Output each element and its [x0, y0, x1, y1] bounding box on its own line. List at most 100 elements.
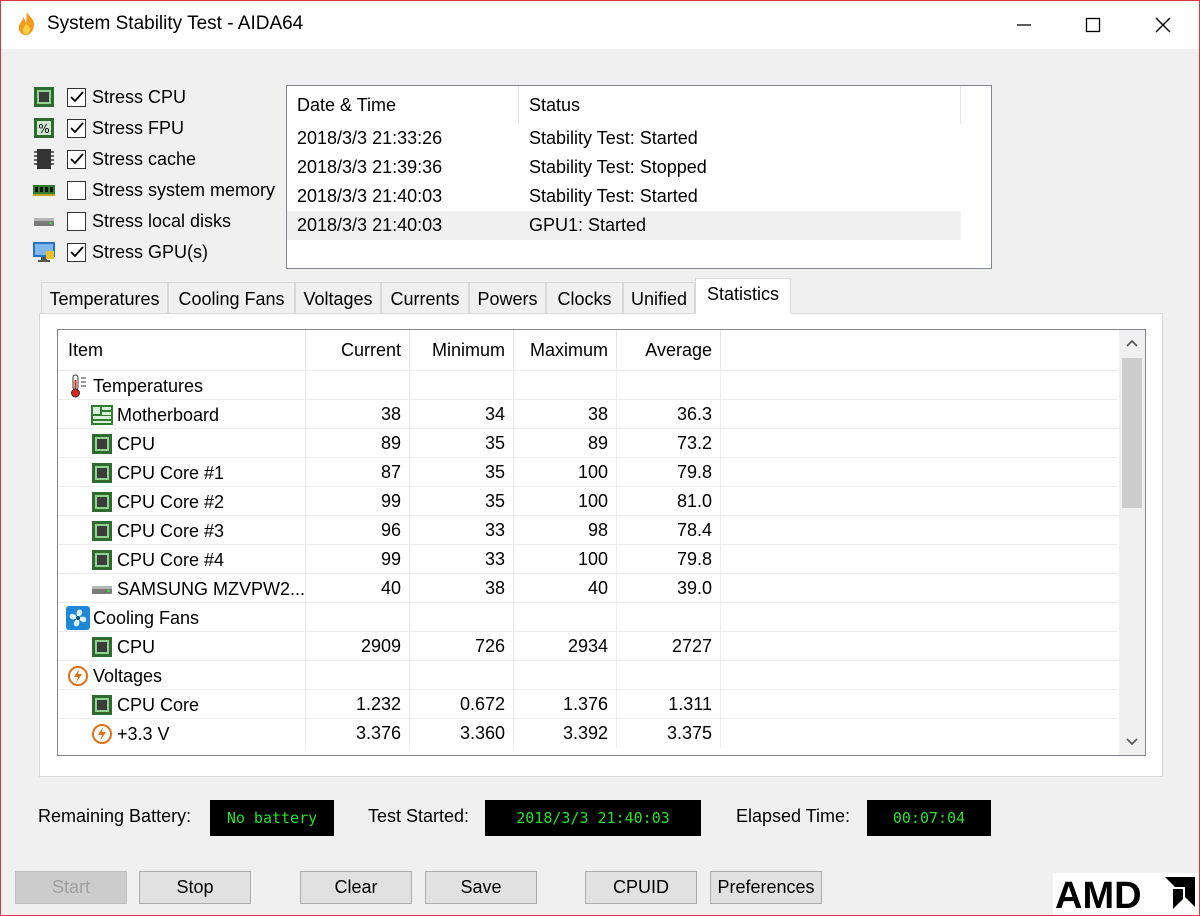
row-item: Voltages	[58, 661, 306, 690]
test-started-label: Test Started:	[368, 806, 470, 826]
header-status[interactable]: Status	[519, 86, 961, 124]
tab-unified[interactable]: Unified	[623, 282, 695, 314]
stress-checkbox[interactable]	[67, 180, 86, 200]
tab-powers[interactable]: Powers	[469, 282, 546, 314]
stress-checkbox[interactable]	[67, 149, 86, 169]
row-item-label: CPU Core #4	[117, 549, 225, 570]
stress-checkbox[interactable]	[67, 87, 86, 107]
checkmark-icon	[69, 153, 84, 165]
cell-current: 96	[306, 516, 410, 545]
cell-minimum	[410, 371, 514, 400]
test-started-value: 2018/3/3 21:40:03	[485, 800, 701, 836]
stress-checkbox[interactable]	[67, 118, 86, 138]
table-row[interactable]: Motherboard 38 34 38 36.3	[58, 399, 1118, 429]
table-row[interactable]: CPU Core #2 99 35 100 81.0	[58, 486, 1118, 516]
save-button[interactable]: Save	[425, 871, 537, 904]
tab-currents[interactable]: Currents	[381, 282, 469, 314]
row-item-label: CPU Core	[117, 694, 200, 715]
event-log-row[interactable]: 2018/3/3 21:40:03 Stability Test: Started	[287, 182, 961, 211]
checkmark-icon	[69, 91, 84, 103]
event-time: 2018/3/3 21:39:36	[297, 157, 443, 177]
table-row[interactable]: CPU Core #3 96 33 98 78.4	[58, 515, 1118, 545]
event-log-header: Date & Time Status	[287, 86, 991, 124]
table-row[interactable]: +3.3 V 3.376 3.360 3.392 3.375	[58, 718, 1118, 748]
cell-current: 40	[306, 574, 410, 603]
scroll-up-button[interactable]	[1119, 330, 1145, 356]
cell-maximum	[514, 661, 617, 690]
cpu-chip-icon	[31, 85, 57, 109]
event-log-row[interactable]: 2018/3/3 21:39:36 Stability Test: Stopped	[287, 153, 961, 182]
close-button[interactable]	[1140, 7, 1186, 43]
stress-checkbox[interactable]	[67, 242, 86, 262]
event-log-row[interactable]: 2018/3/3 21:40:03 GPU1: Started	[287, 211, 961, 240]
maximize-button[interactable]	[1070, 7, 1116, 43]
table-row[interactable]: SAMSUNG MZVPW2... 40 38 40 39.0	[58, 573, 1118, 603]
table-row[interactable]: Cooling Fans	[58, 602, 1118, 632]
cell-average: 79.8	[617, 545, 721, 574]
row-item-label: Temperatures	[93, 375, 204, 396]
cell-average: 81.0	[617, 487, 721, 516]
cell-minimum	[410, 661, 514, 690]
row-item: CPU Core #3	[58, 516, 306, 545]
checkmark-icon	[69, 122, 84, 134]
stress-option-label: Stress GPU(s)	[92, 241, 209, 262]
header-average[interactable]: Average	[617, 330, 721, 370]
cpu-chip-icon	[90, 635, 114, 659]
tab-temperatures[interactable]: Temperatures	[41, 282, 168, 314]
table-row[interactable]: CPU Core #4 99 33 100 79.8	[58, 544, 1118, 574]
cell-maximum: 100	[514, 545, 617, 574]
stress-option-row[interactable]: Stress CPU	[31, 84, 186, 110]
vertical-scrollbar[interactable]	[1119, 330, 1145, 755]
stress-option-row[interactable]: Stress system memory	[31, 177, 275, 203]
header-date-time[interactable]: Date & Time	[287, 86, 519, 124]
table-row[interactable]: Temperatures	[58, 370, 1118, 400]
scroll-thumb[interactable]	[1122, 358, 1142, 508]
row-item: CPU Core #4	[58, 545, 306, 574]
header-current[interactable]: Current	[306, 330, 410, 370]
cell-average	[617, 371, 721, 400]
table-row[interactable]: Voltages	[58, 660, 1118, 690]
table-row[interactable]: CPU 2909 726 2934 2727	[58, 631, 1118, 661]
clear-button[interactable]: Clear	[300, 871, 412, 904]
stress-option-row[interactable]: Stress local disks	[31, 208, 231, 234]
header-item[interactable]: Item	[58, 330, 306, 370]
tab-voltages[interactable]: Voltages	[295, 282, 381, 314]
start-button[interactable]: Start	[15, 871, 127, 904]
thermometer-icon	[66, 374, 90, 398]
header-maximum[interactable]: Maximum	[514, 330, 617, 370]
cache-chip-icon	[31, 147, 57, 171]
close-icon	[1155, 17, 1171, 33]
cpuid-button[interactable]: CPUID	[585, 871, 697, 904]
stress-checkbox[interactable]	[67, 211, 86, 231]
stress-option-row[interactable]: Stress cache	[31, 146, 196, 172]
stress-option-row[interactable]: % Stress FPU	[31, 115, 184, 141]
table-row[interactable]: CPU 89 35 89 73.2	[58, 428, 1118, 458]
tab-statistics[interactable]: Statistics	[695, 278, 791, 314]
event-log-row[interactable]: 2018/3/3 21:33:26 Stability Test: Started	[287, 124, 961, 153]
stop-button[interactable]: Stop	[139, 871, 251, 904]
svg-text:AMD: AMD	[1055, 875, 1142, 915]
tab-cooling-fans[interactable]: Cooling Fans	[168, 282, 295, 314]
cell-current: 2909	[306, 632, 410, 661]
row-item: Cooling Fans	[58, 603, 306, 632]
header-minimum[interactable]: Minimum	[410, 330, 514, 370]
cell-current	[306, 661, 410, 690]
minimize-button[interactable]	[1001, 7, 1047, 43]
window-title: System Stability Test - AIDA64	[47, 13, 304, 34]
statistics-table[interactable]: Item Current Minimum Maximum Average Tem…	[57, 329, 1146, 756]
event-log[interactable]: Date & Time Status 2018/3/3 21:33:26 Stab…	[286, 85, 992, 269]
tab-clocks[interactable]: Clocks	[546, 282, 623, 314]
cell-maximum: 89	[514, 429, 617, 458]
cell-current: 89	[306, 429, 410, 458]
table-row[interactable]: CPU Core #1 87 35 100 79.8	[58, 457, 1118, 487]
stress-option-row[interactable]: Stress GPU(s)	[31, 239, 208, 265]
cell-maximum: 98	[514, 516, 617, 545]
preferences-button[interactable]: Preferences	[710, 871, 822, 904]
cpu-chip-icon	[90, 693, 114, 717]
cell-minimum: 726	[410, 632, 514, 661]
table-row[interactable]: CPU Core 1.232 0.672 1.376 1.311	[58, 689, 1118, 719]
cell-current: 99	[306, 487, 410, 516]
scroll-down-button[interactable]	[1119, 729, 1145, 755]
cell-minimum: 0.672	[410, 690, 514, 719]
row-item-label: +3.3 V	[117, 723, 170, 744]
